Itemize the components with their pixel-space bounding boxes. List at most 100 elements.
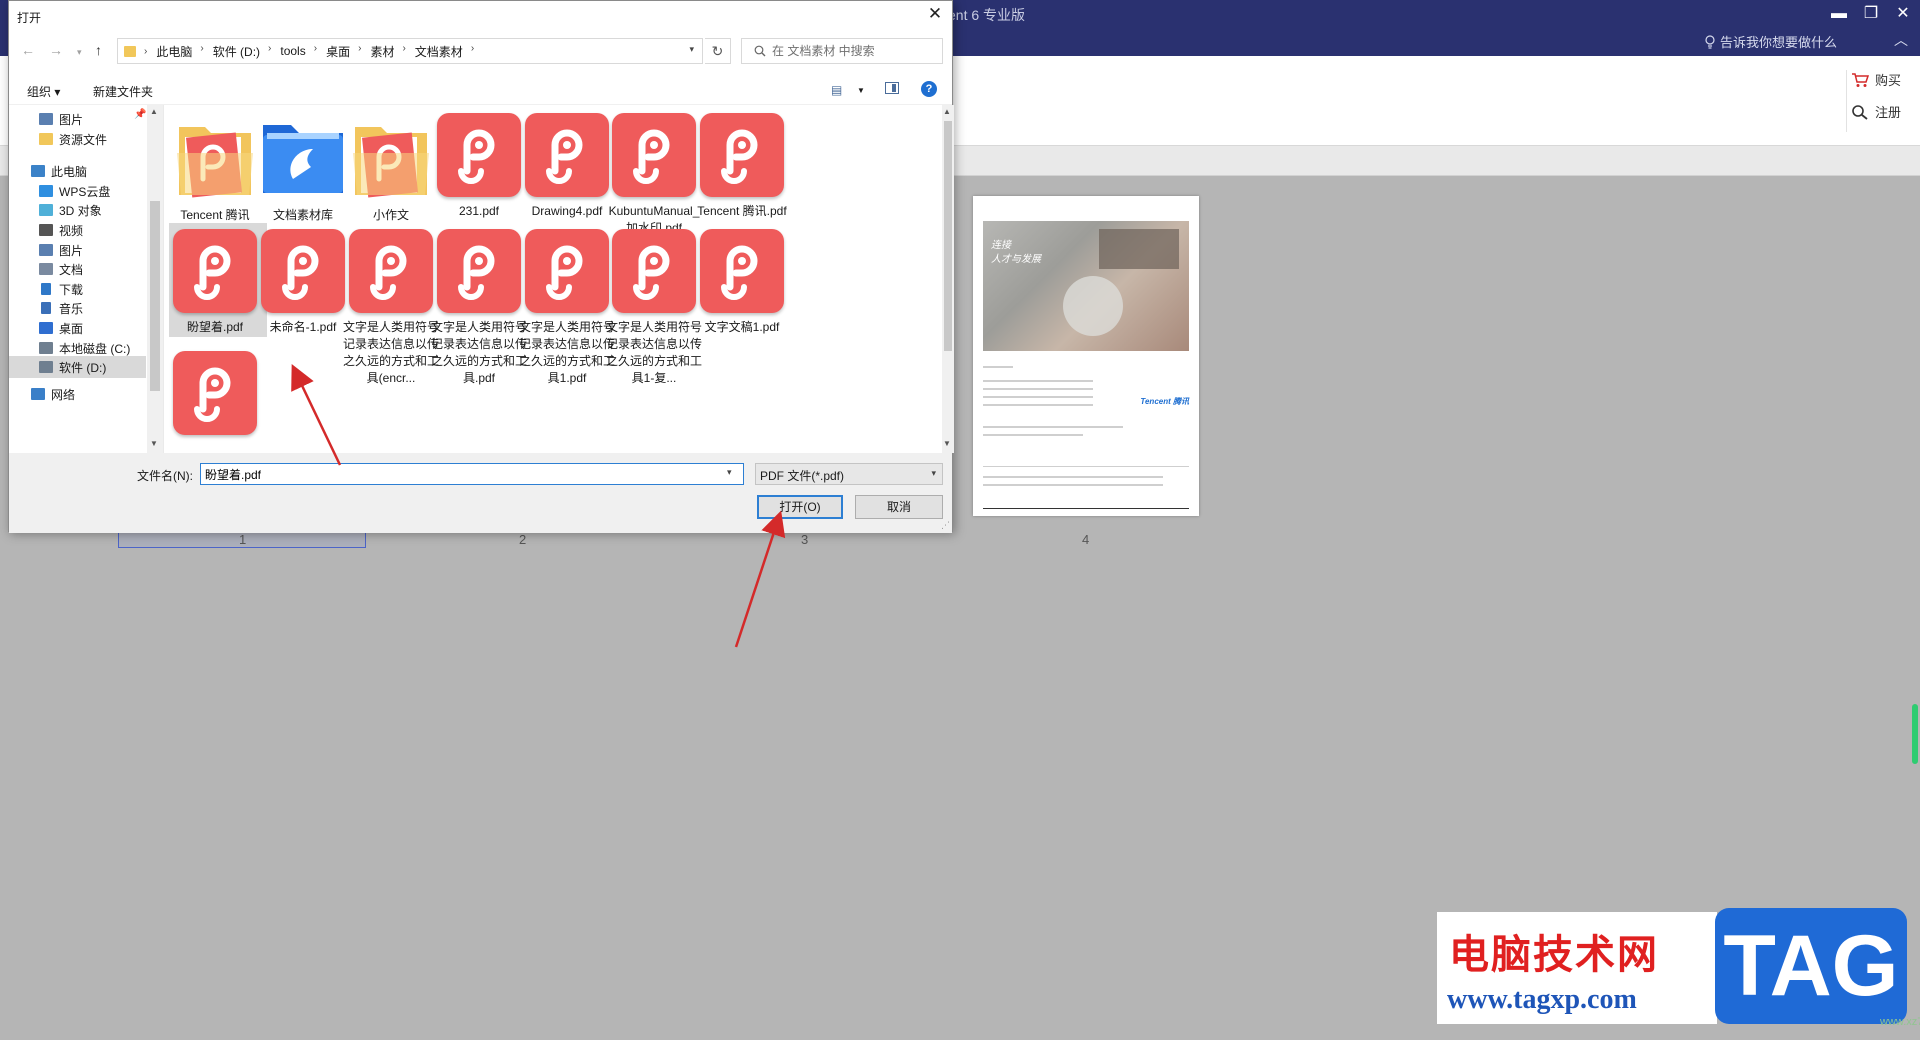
nav-item[interactable]: 此电脑 xyxy=(9,160,146,182)
dialog-title: 打开 xyxy=(17,11,42,25)
chevron-down-icon: ▾ xyxy=(931,468,936,478)
navigation-scrollbar[interactable]: ▲ ▼ xyxy=(147,105,163,453)
organize-button[interactable]: 组织 ▾ xyxy=(27,83,60,100)
file-list-scrollbar[interactable]: ▲ ▼ xyxy=(942,105,954,453)
close-icon[interactable]: ✕ xyxy=(1894,2,1912,26)
scroll-indicator[interactable] xyxy=(1912,704,1918,764)
view-options-icon[interactable]: ▤ xyxy=(831,83,842,97)
nav-item-label: 文档 xyxy=(59,262,84,277)
folder-icon xyxy=(171,113,259,201)
breadcrumb: 此电脑 › 软件 (D:) › tools › 桌面 › 素材 › 文档素材 › xyxy=(156,43,483,60)
open-file-dialog: 打开 ✕ ← → ▾ ↑ › 此电脑 › 软件 (D:) › tools › 桌面 › 素材 › 文… xyxy=(8,0,954,533)
page4-divider xyxy=(983,466,1189,467)
forward-arrow-icon[interactable]: → xyxy=(49,42,63,58)
ribbon-collapse-icon[interactable]: ︿ xyxy=(1894,30,1908,50)
pdf-file-item[interactable] xyxy=(169,345,267,441)
chevron-right-icon[interactable]: › xyxy=(471,43,474,60)
page4-text-line xyxy=(983,434,1083,436)
desktop-icon xyxy=(39,322,53,334)
page-number: 3 xyxy=(801,532,809,547)
tell-me-search[interactable]: 告诉我你想要做什么 xyxy=(1704,32,1837,51)
search-key-icon xyxy=(1852,104,1868,120)
filetype-select[interactable]: PDF 文件(*.pdf) ▾ xyxy=(755,463,943,485)
nav-item[interactable]: 3D 对象 xyxy=(9,199,146,221)
pdf-file-icon xyxy=(525,113,609,197)
maximize-icon[interactable]: ❐ xyxy=(1862,2,1880,26)
breadcrumb-item[interactable]: 文档素材 xyxy=(415,43,463,60)
page-thumbnail-4[interactable]: 连接 人才与发展 Tencent 腾讯 xyxy=(973,196,1199,516)
page4-text-line xyxy=(983,366,1013,368)
search-box[interactable] xyxy=(741,38,943,64)
close-icon[interactable]: ✕ xyxy=(924,4,946,24)
chevron-right-icon[interactable]: › xyxy=(268,43,271,60)
page-number: 2 xyxy=(519,532,527,547)
pdf-file-item[interactable]: Tencent 腾讯.pdf xyxy=(690,107,794,220)
recent-locations-dropdown-icon[interactable]: ▾ xyxy=(77,47,82,58)
pdf-file-item[interactable]: 文字文稿1.pdf xyxy=(690,223,794,336)
app-window-controls: ▬ ❐ ✕ xyxy=(1830,2,1912,26)
chevron-right-icon[interactable]: › xyxy=(402,43,405,60)
new-folder-button[interactable]: 新建文件夹 xyxy=(93,83,153,100)
watermark-tag: TAG xyxy=(1715,908,1907,1024)
cancel-button[interactable]: 取消 xyxy=(855,495,943,519)
watermark-title: 电脑技术网 xyxy=(1449,932,1659,978)
open-button[interactable]: 打开(O) xyxy=(757,495,843,519)
pdf-file-icon xyxy=(437,113,521,197)
scroll-up-icon[interactable]: ▲ xyxy=(943,107,951,116)
chevron-right-icon[interactable]: › xyxy=(200,43,203,60)
lightbulb-icon xyxy=(1705,34,1715,49)
pictures-icon xyxy=(39,113,53,125)
chevron-right-icon[interactable]: › xyxy=(358,43,361,60)
nav-item[interactable]: 文档 xyxy=(9,258,146,280)
pdf-file-icon xyxy=(349,229,433,313)
video-icon xyxy=(39,224,53,236)
chevron-down-icon[interactable]: ▾ xyxy=(727,467,732,478)
nav-item-label: 视频 xyxy=(59,223,84,238)
pdf-file-icon xyxy=(437,229,521,313)
nav-item[interactable]: 音乐 xyxy=(9,297,146,319)
chevron-right-icon[interactable]: › xyxy=(144,46,147,57)
up-arrow-icon[interactable]: ↑ xyxy=(95,42,102,58)
breadcrumb-item[interactable]: 桌面 xyxy=(326,43,350,60)
scroll-down-icon[interactable]: ▼ xyxy=(150,439,158,448)
scroll-down-icon[interactable]: ▼ xyxy=(943,439,951,448)
scroll-up-icon[interactable]: ▲ xyxy=(150,107,158,116)
breadcrumb-item[interactable]: 此电脑 xyxy=(156,43,192,60)
minimize-icon[interactable]: ▬ xyxy=(1830,2,1848,26)
pin-icon[interactable]: 📌 xyxy=(134,109,146,120)
page-number: 4 xyxy=(1082,532,1090,547)
back-arrow-icon[interactable]: ← xyxy=(21,42,35,58)
nav-item[interactable]: 资源文件 xyxy=(9,128,146,150)
scroll-thumb[interactable] xyxy=(150,201,160,391)
help-icon[interactable]: ? xyxy=(921,81,937,97)
breadcrumb-item[interactable]: 素材 xyxy=(370,43,394,60)
address-bar[interactable]: › 此电脑 › 软件 (D:) › tools › 桌面 › 素材 › 文档素材 › ▾ xyxy=(117,38,703,64)
buy-button[interactable]: 购买 xyxy=(1851,70,1901,89)
preview-pane-icon[interactable] xyxy=(885,82,899,94)
nav-item[interactable]: 网络 xyxy=(9,383,146,405)
chevron-down-icon[interactable]: ▼ xyxy=(857,86,865,95)
nav-item[interactable]: 软件 (D:) xyxy=(9,356,146,378)
breadcrumb-item[interactable]: tools xyxy=(280,43,305,60)
resize-grip-icon[interactable]: ⋰ xyxy=(941,520,950,531)
breadcrumb-item[interactable]: 软件 (D:) xyxy=(213,43,260,60)
chevron-down-icon[interactable]: ▾ xyxy=(689,44,694,55)
nav-item-label: 软件 (D:) xyxy=(59,360,107,375)
nav-item[interactable]: 视频 xyxy=(9,219,146,241)
nav-item[interactable]: 桌面 xyxy=(9,317,146,339)
computer-icon xyxy=(31,165,45,177)
nav-item[interactable]: 图片 xyxy=(9,108,146,130)
search-input[interactable] xyxy=(772,44,932,58)
drive-icon xyxy=(39,361,53,373)
watermark-small: www.xz7.com xyxy=(1880,1016,1920,1028)
page4-logo: Tencent 腾讯 xyxy=(1140,397,1189,406)
refresh-button[interactable]: ↻ xyxy=(705,38,731,64)
scroll-thumb[interactable] xyxy=(944,121,952,351)
chevron-right-icon[interactable]: › xyxy=(314,43,317,60)
filename-input[interactable] xyxy=(200,463,744,485)
page4-cover-photo: 连接 人才与发展 xyxy=(983,221,1189,351)
register-button[interactable]: 注册 xyxy=(1851,102,1901,121)
page4-text-line xyxy=(983,426,1123,428)
pdf-file-icon xyxy=(700,229,784,313)
nav-item-label: 资源文件 xyxy=(59,132,108,147)
